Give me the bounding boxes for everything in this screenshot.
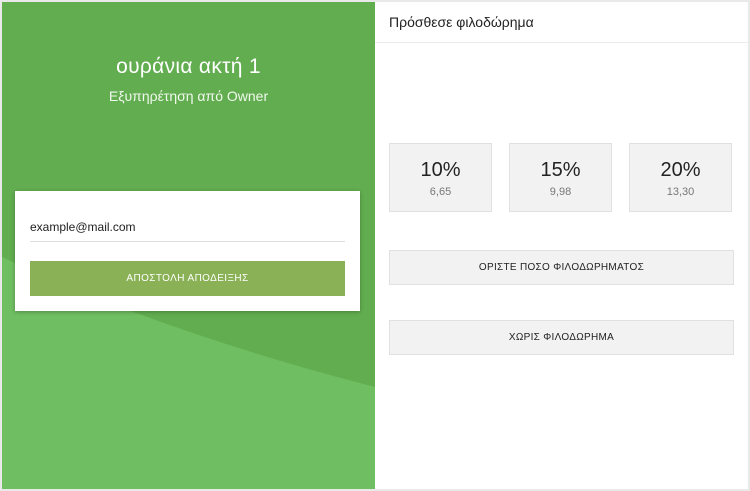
tip-percent: 10% [420, 159, 461, 181]
tip-amount: 9,98 [549, 186, 572, 198]
receipt-card: ΑΠΟΣΤΟΛΗ ΑΠΟΔΕΙΞΗΣ [15, 191, 360, 311]
tip-option-10[interactable]: 10% 6,65 [389, 143, 492, 212]
venue-subtitle: Εξυπηρέτηση από Owner [108, 88, 269, 104]
tip-percent: 15% [540, 159, 581, 181]
tip-amount: 13,30 [666, 186, 695, 198]
send-receipt-button[interactable]: ΑΠΟΣΤΟΛΗ ΑΠΟΔΕΙΞΗΣ [30, 261, 345, 296]
no-tip-button[interactable]: ΧΩΡΙΣ ΦΙΛΟΔΩΡΗΜΑ [389, 320, 734, 355]
tip-option-20[interactable]: 20% 13,30 [629, 143, 732, 212]
email-field[interactable] [30, 213, 345, 242]
custom-tip-button[interactable]: ΟΡΙΣΤΕ ΠΟΣΟ ΦΙΛΟΔΩΡΗΜΑΤΟΣ [389, 250, 734, 285]
venue-name: ουράνια ακτή 1 [116, 55, 261, 78]
tip-percent: 20% [660, 159, 701, 181]
tip-title: Πρόσθεσε φιλοδώρημα [389, 14, 534, 30]
app-window: ουράνια ακτή 1 Εξυπηρέτηση από Owner ΑΠΟ… [2, 2, 748, 489]
tip-header: Πρόσθεσε φιλοδώρημα [375, 2, 748, 43]
venue-panel: ουράνια ακτή 1 Εξυπηρέτηση από Owner ΑΠΟ… [2, 2, 375, 489]
tip-option-15[interactable]: 15% 9,98 [509, 143, 612, 212]
tip-amount: 6,65 [429, 186, 452, 198]
tip-panel: Πρόσθεσε φιλοδώρημα 10% 6,65 15% 9,98 20… [375, 2, 748, 489]
